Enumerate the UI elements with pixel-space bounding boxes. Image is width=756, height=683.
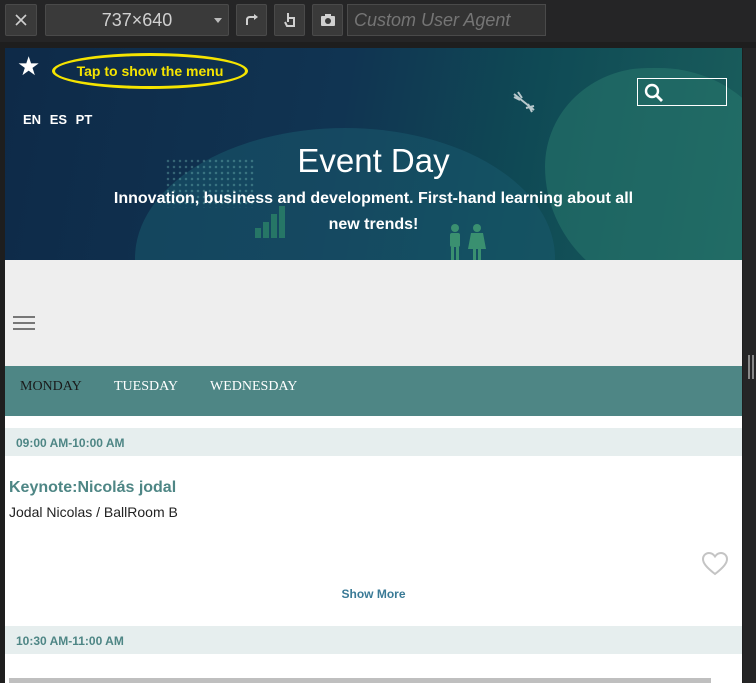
people-icon [450, 224, 486, 260]
menu-hint: Tap to show the menu [52, 53, 248, 89]
time-slot-header: 10:30 AM-11:00 AM [5, 626, 742, 654]
language-link-en[interactable]: EN [23, 112, 41, 127]
page-title: Event Day [297, 142, 450, 179]
device-viewport: ★ Tap to show the menu EN ES PT Event Da… [5, 48, 742, 683]
hero-banner: ★ Tap to show the menu EN ES PT Event Da… [5, 48, 742, 260]
time-slot-header: 09:00 AM-10:00 AM [5, 428, 742, 456]
language-link-pt[interactable]: PT [76, 112, 93, 127]
search-icon [644, 83, 663, 102]
menu-hint-text: Tap to show the menu [76, 63, 224, 79]
close-icon [15, 14, 27, 26]
tab-monday[interactable]: MONDAY [20, 379, 82, 395]
search-button[interactable] [637, 78, 727, 106]
camera-icon [320, 14, 335, 26]
language-link-es[interactable]: ES [50, 112, 67, 127]
language-switcher: EN ES PT [23, 112, 96, 127]
touch-toggle-button[interactable] [274, 4, 305, 36]
dimensions-value: 737×640 [101, 9, 173, 30]
device-toolbar: 737×640 [0, 0, 756, 42]
rotate-icon [245, 14, 258, 25]
page-subtitle: Innovation, business and development. Fi… [113, 190, 634, 233]
session-title[interactable]: Keynote:Nicolás jodal [9, 479, 176, 497]
close-button[interactable] [5, 4, 37, 36]
screenshot-button[interactable] [312, 4, 343, 36]
plug-icon [513, 91, 535, 113]
nav-band [5, 260, 742, 366]
touch-icon [283, 13, 295, 27]
spacer [5, 416, 742, 428]
hamburger-icon[interactable] [13, 316, 35, 330]
resize-handle[interactable] [748, 355, 754, 379]
session-speaker-room: Jodal Nicolas / BallRoom B [9, 504, 178, 520]
rotate-button[interactable] [236, 4, 267, 36]
chevron-down-icon [214, 18, 222, 23]
dimensions-select[interactable]: 737×640 [45, 4, 229, 36]
tab-wednesday[interactable]: WEDNESDAY [210, 379, 297, 395]
session-title-partial [9, 678, 711, 683]
day-tabs: MONDAY TUESDAY WEDNESDAY [5, 366, 742, 416]
star-icon[interactable]: ★ [17, 53, 45, 81]
heart-icon[interactable] [702, 552, 728, 576]
tab-tuesday[interactable]: TUESDAY [114, 379, 178, 395]
show-more-link[interactable]: Show More [5, 587, 742, 601]
user-agent-input[interactable] [347, 4, 546, 36]
